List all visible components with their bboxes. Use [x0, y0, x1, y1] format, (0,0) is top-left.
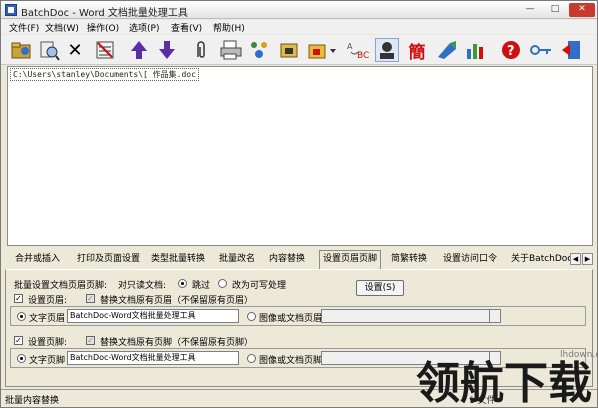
menu-view[interactable]: 查看(V) [171, 21, 202, 34]
status-text: 批量内容替换 [5, 396, 60, 406]
text-footer-label: 文字页脚 [29, 356, 66, 366]
tab-simp-trad-convert[interactable]: 简繁转换 [391, 252, 427, 268]
move-down-icon[interactable] [155, 38, 179, 62]
traditional-simplified-icon[interactable]: 簡 [405, 38, 429, 63]
readonly-label: 对只读文档: [118, 281, 167, 291]
svg-text:BC: BC [357, 51, 369, 61]
key-icon[interactable] [529, 38, 553, 62]
print-icon[interactable] [219, 38, 243, 62]
app-icon [5, 4, 17, 16]
toolbar: ✕ A BC 簡 ? [1, 35, 597, 65]
close-button[interactable]: ✕ [569, 3, 595, 17]
move-up-icon[interactable] [127, 38, 151, 62]
list-item[interactable]: C:\Users\stanley\Documents\[ 作品集.doc [10, 68, 199, 81]
help-icon[interactable]: ? [499, 38, 523, 62]
header-source-group: 文字页眉 BatchDoc-Word文档批量处理工具 图像或文档页眉 [10, 306, 586, 326]
writable-radio[interactable] [218, 279, 227, 288]
title-bar: BatchDoc - Word 文档批量处理工具 — □ ✕ [1, 1, 597, 19]
account-icon[interactable] [375, 38, 399, 62]
panel-title: 批量设置文档页眉页脚: [14, 281, 108, 291]
watermark-url: lhdown.com [560, 350, 598, 360]
image-header-field[interactable] [321, 309, 491, 323]
exit-icon[interactable] [559, 38, 583, 62]
tab-about[interactable]: 关于BatchDoc [511, 252, 572, 268]
convert-icon[interactable] [435, 38, 459, 62]
menu-bar: 文件(F) 文档(W) 操作(O) 选项(P) 查看(V) 帮助(H) [1, 20, 597, 34]
set-header-checkbox[interactable]: ✓ [14, 294, 23, 303]
maximize-button[interactable]: □ [544, 3, 566, 17]
clear-list-icon[interactable] [93, 38, 117, 62]
batch-run-icon[interactable] [247, 38, 271, 62]
tab-scroll-right[interactable]: ▶ [582, 253, 593, 265]
set-footer-label: 设置页脚: [28, 338, 68, 348]
replace-header-checkbox[interactable]: ✓ [86, 294, 95, 303]
tab-access-password[interactable]: 设置访问口令 [443, 252, 497, 268]
tab-merge-insert[interactable]: 合并或插入 [15, 252, 60, 268]
menu-operation[interactable]: 操作(O) [87, 21, 119, 34]
dispatch-icon[interactable] [277, 38, 301, 62]
writable-label: 改为可写处理 [232, 281, 287, 291]
tab-scroll-left[interactable]: ◀ [570, 253, 581, 265]
tab-batch-rename[interactable]: 批量改名 [219, 252, 255, 268]
set-footer-checkbox[interactable]: ✓ [14, 336, 23, 345]
image-header-label: 图像或文档页眉 [259, 314, 323, 324]
replace-footer-label: 替换文档原有页脚（不保留原有页脚） [100, 338, 254, 348]
folder-options-icon[interactable] [305, 38, 339, 62]
skip-radio[interactable] [178, 279, 187, 288]
tab-bar: 合并或插入 打印及页面设置 类型批量转换 批量改名 内容替换 设置页眉页脚 简繁… [1, 249, 597, 269]
tab-type-convert[interactable]: 类型批量转换 [151, 252, 205, 268]
menu-file[interactable]: 文件(F) [9, 21, 39, 34]
file-list[interactable]: C:\Users\stanley\Documents\[ 作品集.doc [7, 66, 593, 246]
image-footer-label: 图像或文档页脚 [259, 356, 323, 366]
attachment-icon[interactable] [189, 38, 213, 62]
abc-replace-icon[interactable]: A BC [345, 38, 369, 62]
text-header-field[interactable]: BatchDoc-Word文档批量处理工具 [67, 309, 239, 323]
find-files-icon[interactable] [37, 38, 61, 62]
tab-content-replace[interactable]: 内容替换 [269, 252, 305, 268]
settings-button[interactable]: 设置(S) [356, 280, 404, 296]
stats-icon[interactable] [463, 38, 487, 62]
replace-footer-checkbox[interactable]: ✓ [86, 336, 95, 345]
minimize-button[interactable]: — [519, 3, 541, 17]
delete-icon[interactable]: ✕ [63, 38, 87, 62]
set-header-label: 设置页眉: [28, 296, 68, 306]
window-title: BatchDoc - Word 文档批量处理工具 [21, 8, 188, 19]
tab-header-footer[interactable]: 设置页眉页脚 [319, 250, 382, 269]
text-header-label: 文字页眉 [29, 314, 66, 324]
open-folder-icon[interactable] [9, 38, 33, 62]
svg-text:?: ? [507, 44, 515, 59]
menu-document[interactable]: 文档(W) [45, 21, 79, 34]
image-header-radio[interactable] [247, 312, 256, 321]
skip-label: 跳过 [192, 281, 211, 291]
menu-options[interactable]: 选项(P) [129, 21, 159, 34]
image-footer-radio[interactable] [247, 354, 256, 363]
svg-text:A: A [347, 42, 353, 51]
menu-help[interactable]: 帮助(H) [213, 21, 245, 34]
replace-header-label: 替换文档原有页眉（不保留原有页眉） [100, 296, 254, 306]
header-browse-button[interactable] [489, 309, 501, 323]
watermark-text: 领航下载 [416, 358, 592, 408]
text-footer-radio[interactable] [17, 354, 26, 363]
tab-print-page-setup[interactable]: 打印及页面设置 [77, 252, 140, 268]
text-header-radio[interactable] [17, 312, 26, 321]
text-footer-field[interactable]: BatchDoc-Word文档批量处理工具 [67, 351, 239, 365]
